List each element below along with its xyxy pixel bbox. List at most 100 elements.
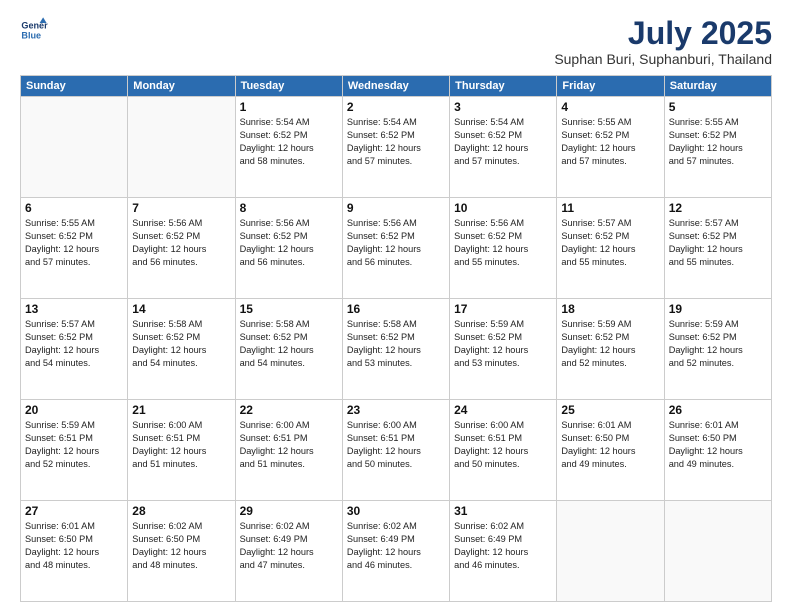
day-number: 10 <box>454 201 552 215</box>
calendar-cell: 12 Sunrise: 5:57 AM Sunset: 6:52 PM Dayli… <box>664 198 771 299</box>
day-number: 22 <box>240 403 338 417</box>
calendar-cell: 6Sunrise: 5:55 AM Sunset: 6:52 PM Daylig… <box>21 198 128 299</box>
day-info: Sunrise: 5:59 AM Sunset: 6:52 PM Dayligh… <box>561 318 659 370</box>
day-number: 15 <box>240 302 338 316</box>
title-block: July 2025 Suphan Buri, Suphanburi, Thail… <box>554 16 772 67</box>
day-number: 20 <box>25 403 123 417</box>
day-number: 23 <box>347 403 445 417</box>
calendar-cell: 13 Sunrise: 5:57 AM Sunset: 6:52 PM Dayli… <box>21 299 128 400</box>
day-info: Sunrise: 6:01 AM Sunset: 6:50 PM Dayligh… <box>669 419 767 471</box>
day-info: Sunrise: 5:55 AM Sunset: 6:52 PM Dayligh… <box>561 116 659 168</box>
day-number: 13 <box>25 302 123 316</box>
day-info: Sunrise: 6:01 AM Sunset: 6:50 PM Dayligh… <box>561 419 659 471</box>
calendar-week-row: 27Sunrise: 6:01 AM Sunset: 6:50 PM Dayli… <box>21 501 772 602</box>
calendar-cell: 11Sunrise: 5:57 AM Sunset: 6:52 PM Dayli… <box>557 198 664 299</box>
calendar-day-header: Tuesday <box>235 76 342 97</box>
calendar-cell: 4 Sunrise: 5:55 AM Sunset: 6:52 PM Daylig… <box>557 97 664 198</box>
calendar-week-row: 13 Sunrise: 5:57 AM Sunset: 6:52 PM Dayli… <box>21 299 772 400</box>
day-info: Sunrise: 5:55 AM Sunset: 6:52 PM Dayligh… <box>25 217 123 269</box>
day-number: 25 <box>561 403 659 417</box>
day-number: 18 <box>561 302 659 316</box>
day-number: 3 <box>454 100 552 114</box>
svg-text:Blue: Blue <box>21 30 41 40</box>
calendar-cell <box>664 501 771 602</box>
day-info: Sunrise: 6:02 AM Sunset: 6:50 PM Dayligh… <box>132 520 230 572</box>
calendar-cell: 1 Sunrise: 5:54 AM Sunset: 6:52 PM Daylig… <box>235 97 342 198</box>
calendar-header-row: SundayMondayTuesdayWednesdayThursdayFrid… <box>21 76 772 97</box>
day-info: Sunrise: 6:02 AM Sunset: 6:49 PM Dayligh… <box>240 520 338 572</box>
calendar-cell: 23 Sunrise: 6:00 AM Sunset: 6:51 PM Dayli… <box>342 400 449 501</box>
day-info: Sunrise: 5:58 AM Sunset: 6:52 PM Dayligh… <box>132 318 230 370</box>
calendar-cell: 24 Sunrise: 6:00 AM Sunset: 6:51 PM Dayli… <box>450 400 557 501</box>
day-info: Sunrise: 5:58 AM Sunset: 6:52 PM Dayligh… <box>240 318 338 370</box>
calendar-week-row: 6Sunrise: 5:55 AM Sunset: 6:52 PM Daylig… <box>21 198 772 299</box>
day-number: 21 <box>132 403 230 417</box>
calendar-cell: 29 Sunrise: 6:02 AM Sunset: 6:49 PM Dayli… <box>235 501 342 602</box>
subtitle: Suphan Buri, Suphanburi, Thailand <box>554 51 772 67</box>
calendar-cell: 21 Sunrise: 6:00 AM Sunset: 6:51 PM Dayli… <box>128 400 235 501</box>
day-number: 31 <box>454 504 552 518</box>
calendar-cell: 20 Sunrise: 5:59 AM Sunset: 6:51 PM Dayli… <box>21 400 128 501</box>
calendar-cell <box>21 97 128 198</box>
day-info: Sunrise: 5:56 AM Sunset: 6:52 PM Dayligh… <box>132 217 230 269</box>
calendar-cell <box>557 501 664 602</box>
day-info: Sunrise: 5:59 AM Sunset: 6:52 PM Dayligh… <box>454 318 552 370</box>
day-info: Sunrise: 6:02 AM Sunset: 6:49 PM Dayligh… <box>347 520 445 572</box>
calendar-cell: 28 Sunrise: 6:02 AM Sunset: 6:50 PM Dayli… <box>128 501 235 602</box>
calendar-cell: 2 Sunrise: 5:54 AM Sunset: 6:52 PM Daylig… <box>342 97 449 198</box>
main-title: July 2025 <box>554 16 772 51</box>
day-number: 26 <box>669 403 767 417</box>
calendar-day-header: Sunday <box>21 76 128 97</box>
day-info: Sunrise: 5:56 AM Sunset: 6:52 PM Dayligh… <box>454 217 552 269</box>
calendar-cell: 22 Sunrise: 6:00 AM Sunset: 6:51 PM Dayli… <box>235 400 342 501</box>
logo: General Blue <box>20 16 48 44</box>
calendar-cell: 18 Sunrise: 5:59 AM Sunset: 6:52 PM Dayli… <box>557 299 664 400</box>
day-info: Sunrise: 5:56 AM Sunset: 6:52 PM Dayligh… <box>347 217 445 269</box>
day-info: Sunrise: 5:59 AM Sunset: 6:51 PM Dayligh… <box>25 419 123 471</box>
day-number: 1 <box>240 100 338 114</box>
day-info: Sunrise: 5:58 AM Sunset: 6:52 PM Dayligh… <box>347 318 445 370</box>
day-number: 24 <box>454 403 552 417</box>
day-number: 4 <box>561 100 659 114</box>
calendar-day-header: Wednesday <box>342 76 449 97</box>
day-number: 2 <box>347 100 445 114</box>
day-info: Sunrise: 5:54 AM Sunset: 6:52 PM Dayligh… <box>454 116 552 168</box>
day-number: 29 <box>240 504 338 518</box>
calendar-cell: 10 Sunrise: 5:56 AM Sunset: 6:52 PM Dayli… <box>450 198 557 299</box>
day-number: 28 <box>132 504 230 518</box>
calendar-cell: 17 Sunrise: 5:59 AM Sunset: 6:52 PM Dayli… <box>450 299 557 400</box>
day-info: Sunrise: 6:00 AM Sunset: 6:51 PM Dayligh… <box>454 419 552 471</box>
day-info: Sunrise: 5:57 AM Sunset: 6:52 PM Dayligh… <box>669 217 767 269</box>
day-number: 30 <box>347 504 445 518</box>
calendar-cell <box>128 97 235 198</box>
calendar-day-header: Thursday <box>450 76 557 97</box>
calendar-cell: 7Sunrise: 5:56 AM Sunset: 6:52 PM Daylig… <box>128 198 235 299</box>
header: General Blue July 2025 Suphan Buri, Suph… <box>20 16 772 67</box>
calendar-cell: 5Sunrise: 5:55 AM Sunset: 6:52 PM Daylig… <box>664 97 771 198</box>
day-number: 14 <box>132 302 230 316</box>
day-info: Sunrise: 5:56 AM Sunset: 6:52 PM Dayligh… <box>240 217 338 269</box>
logo-icon: General Blue <box>20 16 48 44</box>
day-info: Sunrise: 5:57 AM Sunset: 6:52 PM Dayligh… <box>25 318 123 370</box>
calendar-day-header: Monday <box>128 76 235 97</box>
day-number: 19 <box>669 302 767 316</box>
day-info: Sunrise: 6:00 AM Sunset: 6:51 PM Dayligh… <box>347 419 445 471</box>
calendar-cell: 16Sunrise: 5:58 AM Sunset: 6:52 PM Dayli… <box>342 299 449 400</box>
calendar-day-header: Saturday <box>664 76 771 97</box>
day-info: Sunrise: 6:00 AM Sunset: 6:51 PM Dayligh… <box>240 419 338 471</box>
calendar-cell: 26 Sunrise: 6:01 AM Sunset: 6:50 PM Dayli… <box>664 400 771 501</box>
calendar-table: SundayMondayTuesdayWednesdayThursdayFrid… <box>20 75 772 602</box>
calendar-week-row: 1 Sunrise: 5:54 AM Sunset: 6:52 PM Daylig… <box>21 97 772 198</box>
calendar-week-row: 20 Sunrise: 5:59 AM Sunset: 6:51 PM Dayli… <box>21 400 772 501</box>
day-number: 12 <box>669 201 767 215</box>
day-info: Sunrise: 5:54 AM Sunset: 6:52 PM Dayligh… <box>240 116 338 168</box>
calendar-cell: 31Sunrise: 6:02 AM Sunset: 6:49 PM Dayli… <box>450 501 557 602</box>
day-info: Sunrise: 5:54 AM Sunset: 6:52 PM Dayligh… <box>347 116 445 168</box>
calendar-cell: 27Sunrise: 6:01 AM Sunset: 6:50 PM Dayli… <box>21 501 128 602</box>
calendar-cell: 19Sunrise: 5:59 AM Sunset: 6:52 PM Dayli… <box>664 299 771 400</box>
day-number: 27 <box>25 504 123 518</box>
day-number: 9 <box>347 201 445 215</box>
day-number: 17 <box>454 302 552 316</box>
calendar-cell: 3 Sunrise: 5:54 AM Sunset: 6:52 PM Daylig… <box>450 97 557 198</box>
day-info: Sunrise: 6:00 AM Sunset: 6:51 PM Dayligh… <box>132 419 230 471</box>
